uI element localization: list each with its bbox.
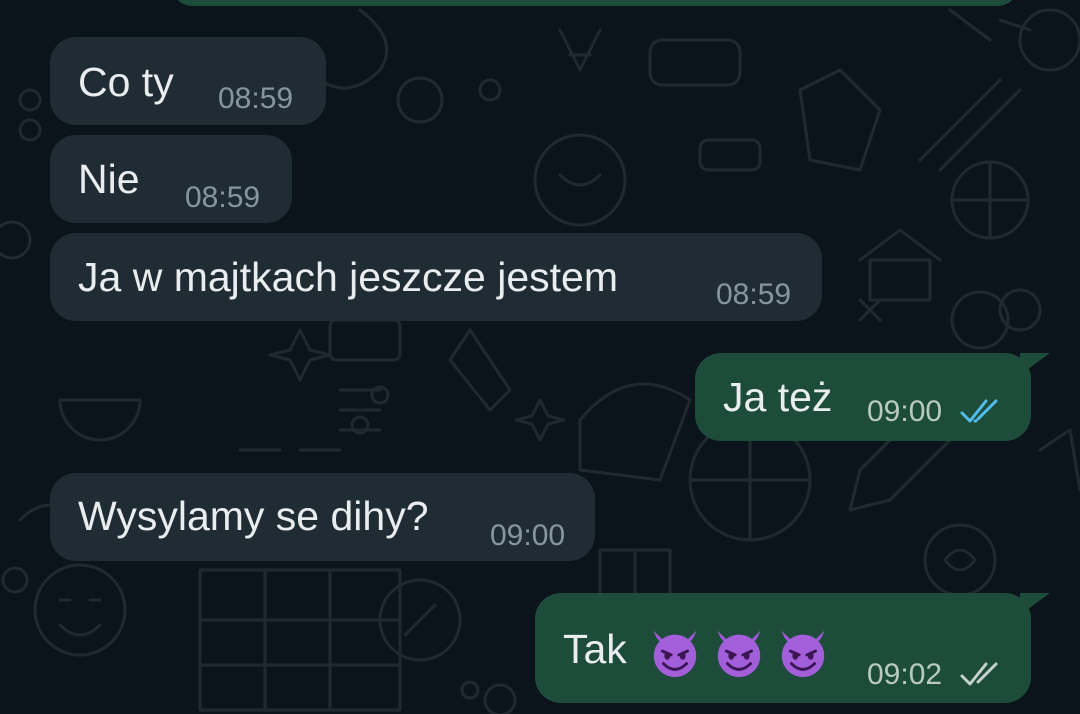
message-bubble-outgoing[interactable]: Ja też 09:00	[695, 353, 1031, 441]
message-text: Ja też	[723, 374, 833, 420]
message-timestamp: 08:59	[185, 181, 261, 214]
bubble-tail	[1020, 353, 1050, 375]
double-check-icon	[960, 399, 998, 423]
message-text: Nie	[78, 156, 140, 202]
smiling-imp-emoji	[781, 630, 825, 678]
chat-message-list[interactable]: Co ty 08:59 Nie 08:59 Ja w majtkach jesz…	[0, 0, 1080, 714]
double-check-icon	[960, 662, 998, 686]
previous-message-bubble[interactable]	[170, 0, 1020, 6]
message-timestamp: 08:59	[716, 278, 792, 311]
message-bubble-outgoing[interactable]: Tak 09:02	[535, 593, 1031, 703]
message-bubble-incoming[interactable]: Ja w majtkach jeszcze jestem 08:59	[50, 233, 822, 321]
message-timestamp: 09:02	[867, 658, 943, 691]
message-bubble-incoming[interactable]: Nie 08:59	[50, 135, 292, 223]
smiling-imp-emoji	[717, 630, 761, 678]
message-bubble-incoming[interactable]: Co ty 08:59	[50, 37, 326, 125]
smiling-imp-emoji	[653, 630, 697, 678]
bubble-tail	[1020, 593, 1050, 615]
message-bubble-incoming[interactable]: Wysylamy se dihy? 09:00	[50, 473, 595, 561]
message-text: Ja w majtkach jeszcze jestem	[78, 254, 619, 300]
message-text: Tak	[563, 623, 838, 681]
message-timestamp: 09:00	[490, 519, 566, 552]
message-timestamp: 08:59	[218, 82, 294, 115]
message-text: Co ty	[78, 59, 174, 105]
message-text: Wysylamy se dihy?	[78, 493, 429, 539]
message-text-label: Tak	[563, 625, 627, 672]
message-timestamp: 09:00	[867, 395, 943, 428]
